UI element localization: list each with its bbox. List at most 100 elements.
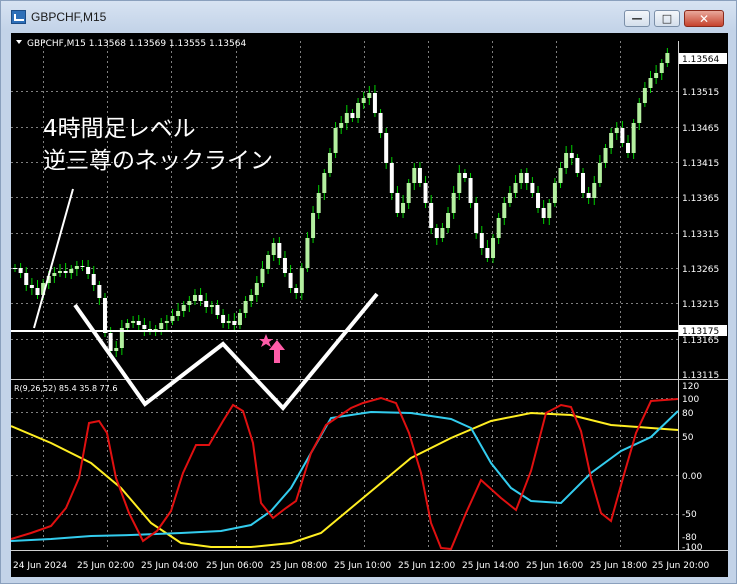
candle-body (102, 298, 107, 333)
maximize-icon: □ (661, 12, 673, 25)
indicator-tick: 80 (682, 409, 694, 419)
candle-body (507, 193, 512, 203)
candle-body (384, 133, 389, 163)
candle-body (282, 258, 287, 273)
candle-body (277, 243, 282, 258)
candle-body (564, 153, 569, 168)
time-tick: 25 Jun 14:00 (462, 561, 519, 571)
candle-body (35, 288, 40, 295)
candle-body (637, 103, 642, 123)
candle-body (294, 288, 299, 293)
candle-body (401, 203, 406, 213)
candle-body (620, 128, 625, 143)
candle-body (558, 168, 563, 183)
candle-body (221, 315, 226, 323)
candle-body (474, 203, 479, 233)
candle-body (74, 266, 79, 269)
candle-body (159, 323, 164, 329)
candle-body (642, 88, 647, 103)
price-axis: 1.13515 1.13465 1.13415 1.13365 1.13315 … (682, 88, 719, 381)
minimize-button[interactable]: — (624, 10, 650, 27)
terminal-window: GBPCHF,M15 — □ ✕ 4時間足レベル 逆三尊のネックライン GBPC… (0, 0, 737, 584)
candle-body (333, 128, 338, 153)
candle-body (547, 203, 552, 218)
price-tick: 1.13165 (682, 336, 719, 346)
annotation-line2[interactable]: 逆三尊のネックライン (43, 148, 273, 174)
indicator-tick: 50 (682, 433, 694, 443)
minimize-icon: — (631, 12, 643, 25)
candle-body (597, 163, 602, 183)
candle-body (356, 103, 361, 118)
time-axis: 24 Jun 2024 25 Jun 02:00 25 Jun 04:00 25… (13, 561, 709, 571)
candle-body (412, 168, 417, 183)
candle-body (24, 273, 29, 285)
chart-canvas[interactable]: 4時間足レベル 逆三尊のネックライン GBPCHF,M15 1.13568 1.… (10, 33, 728, 577)
candle-body (389, 163, 394, 193)
candle-body (215, 305, 220, 315)
candle-body (462, 173, 467, 178)
candle-body (451, 193, 456, 213)
annotation-line1[interactable]: 4時間足レベル (43, 116, 196, 142)
indicator-tick: 120 (682, 382, 699, 392)
candle-body (485, 248, 490, 258)
close-icon: ✕ (698, 11, 710, 26)
current-price-label: 1.13564 (682, 55, 719, 65)
candle-body (86, 267, 91, 274)
chart-area[interactable]: 4時間足レベル 逆三尊のネックライン GBPCHF,M15 1.13568 1.… (10, 33, 728, 577)
maximize-button[interactable]: □ (654, 10, 680, 27)
candle-body (29, 285, 34, 288)
indicator-tick: -50 (682, 510, 697, 520)
candle-body (609, 133, 614, 148)
candle-body (170, 316, 175, 321)
candle-body (209, 305, 214, 307)
candle-body (63, 271, 68, 273)
candle-body (13, 268, 17, 269)
candle-body (125, 323, 130, 328)
candle-body (181, 305, 186, 311)
candle-body (592, 183, 597, 198)
candle-body (496, 218, 501, 238)
candle-body (316, 193, 321, 213)
candle-body (114, 348, 119, 351)
candle-body (237, 313, 242, 325)
time-tick: 25 Jun 06:00 (206, 561, 263, 571)
candle-body (648, 78, 653, 88)
candle-body (530, 183, 535, 193)
candle-body (468, 178, 473, 203)
price-tick: 1.13465 (682, 124, 719, 134)
title-bar[interactable]: GBPCHF,M15 — □ ✕ (1, 1, 737, 31)
indicator-label: R(9,26,52) 85.4 35.8 77.6 (14, 384, 117, 393)
price-tick: 1.13515 (682, 88, 719, 98)
candle-body (569, 153, 574, 158)
candle-body (603, 148, 608, 163)
candle-body (479, 233, 484, 248)
candle-body (395, 193, 400, 213)
candle-body (631, 123, 636, 153)
candle-body (519, 173, 524, 183)
candle-body (524, 173, 529, 183)
time-tick: 25 Jun 02:00 (77, 561, 134, 571)
time-tick: 25 Jun 20:00 (652, 561, 709, 571)
candle-body (254, 283, 259, 295)
time-tick: 25 Jun 10:00 (334, 561, 391, 571)
close-button[interactable]: ✕ (684, 10, 724, 27)
candle-body (249, 295, 254, 301)
candle-body (552, 183, 557, 203)
candle-body (226, 321, 231, 323)
candle-body (417, 168, 422, 183)
indicator-tick: -100 (682, 543, 703, 553)
candle-body (176, 311, 181, 316)
candle-body (423, 183, 428, 203)
line-price-label: 1.13175 (682, 327, 719, 337)
candle-body (429, 203, 434, 228)
candle-body (198, 295, 203, 301)
price-tick: 1.13415 (682, 159, 719, 169)
candle-body (288, 273, 293, 288)
candle-body (136, 321, 141, 325)
time-tick: 25 Jun 12:00 (398, 561, 455, 571)
price-tick: 1.13365 (682, 194, 719, 204)
candle-body (260, 269, 265, 283)
candle-body (344, 113, 349, 123)
time-tick: 25 Jun 16:00 (526, 561, 583, 571)
candle-body (192, 295, 197, 301)
